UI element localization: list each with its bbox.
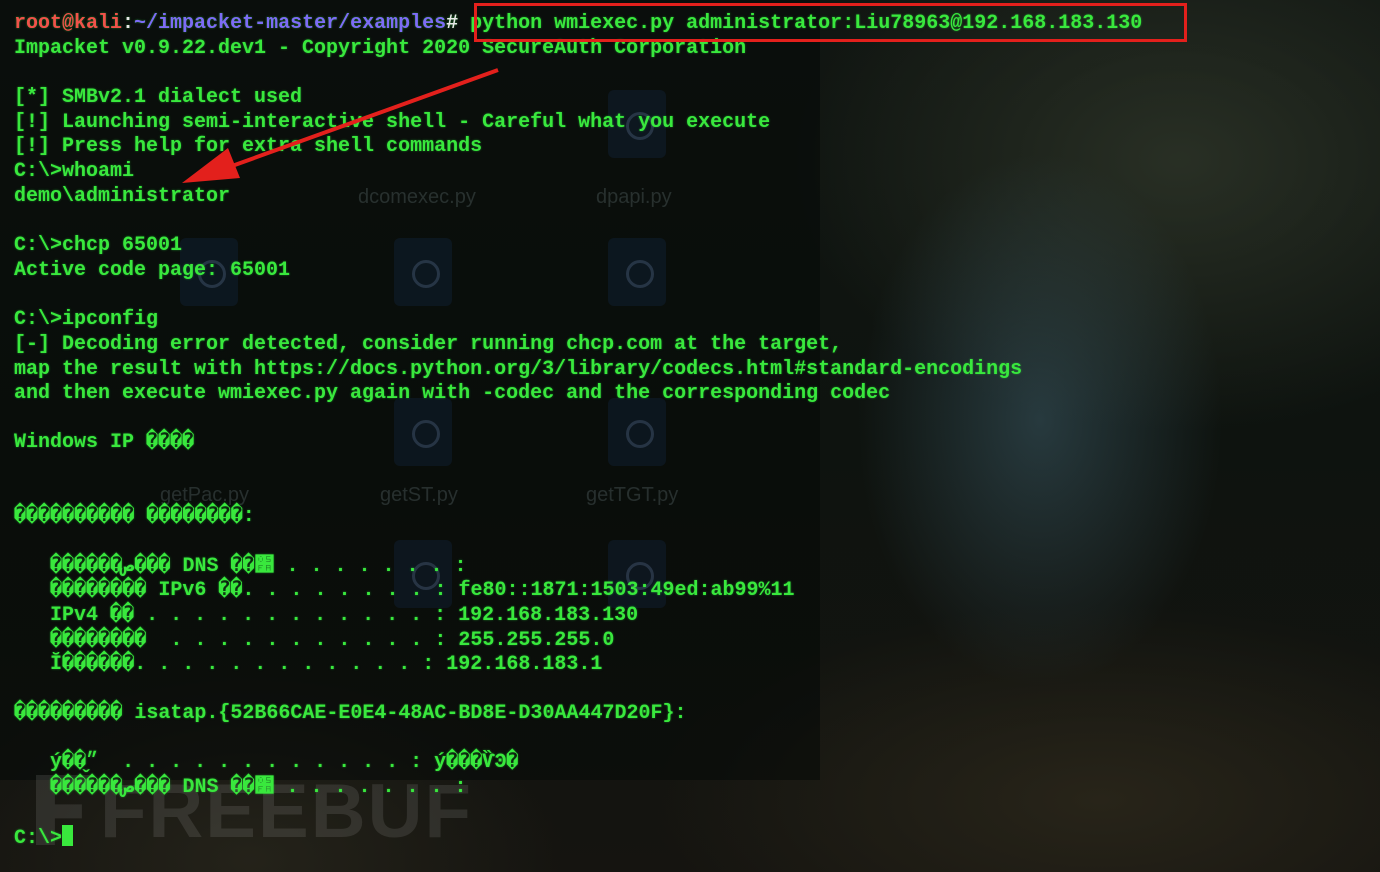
output-line: ���������� ��������: xyxy=(14,505,255,528)
output-line: Ĭ������. . . . . . . . . . . . : 192.168… xyxy=(14,653,603,676)
output-line: C:\>whoami xyxy=(14,160,135,183)
output-line: and then execute wmiexec.py again with -… xyxy=(14,382,891,405)
output-line: ý��״̬ . . . . . . . . . . . . : ý���ѶϿ� xyxy=(14,751,519,774)
output-line: ��������� isatap.{52B66CAE-E0E4-48AC-BD8… xyxy=(14,702,687,725)
output-line: ������ص��� DNS ��׺ . . . . . . . : xyxy=(14,776,467,799)
output-line: demo\administrator xyxy=(14,185,231,208)
output-line: map the result with https://docs.python.… xyxy=(14,358,1023,381)
output-line: [!] Press help for extra shell commands xyxy=(14,135,483,158)
output-line: [-] Decoding error detected, consider ru… xyxy=(14,333,843,356)
output-line: Windows IP ���� xyxy=(14,431,195,454)
output-line: �������� . . . . . . . . . . . : 255.255… xyxy=(14,629,615,652)
output-line: [!] Launching semi-interactive shell - C… xyxy=(14,111,771,134)
prompt-hash: # xyxy=(446,12,459,35)
command-highlight-box xyxy=(474,3,1187,42)
output-line: Active code page: 65001 xyxy=(14,259,291,282)
current-prompt-line[interactable]: C:\> xyxy=(14,825,74,851)
output-line: [*] SMBv2.1 dialect used xyxy=(14,86,303,109)
output-line: C:\>ipconfig xyxy=(14,308,159,331)
output-line: �������� IPv6 ��. . . . . . . . : fe80::… xyxy=(14,579,795,602)
terminal-window[interactable]: root@kali:~/impacket-master/examples# py… xyxy=(0,0,1380,872)
prompt-separator: : xyxy=(122,12,135,35)
text-cursor xyxy=(62,825,74,846)
prompt-path: ~/impacket-master/examples xyxy=(134,12,447,35)
screenshot: dcomexec.py dpapi.py getPac.py getST.py … xyxy=(0,0,1380,872)
output-line: C:\>chcp 65001 xyxy=(14,234,183,257)
output-line: IPv4 �� . . . . . . . . . . . . : 192.16… xyxy=(14,604,639,627)
output-line: ������ص��� DNS ��׺ . . . . . . . : xyxy=(14,555,467,578)
prompt-user-host: root@kali xyxy=(14,12,123,35)
current-prompt: C:\> xyxy=(14,827,63,850)
